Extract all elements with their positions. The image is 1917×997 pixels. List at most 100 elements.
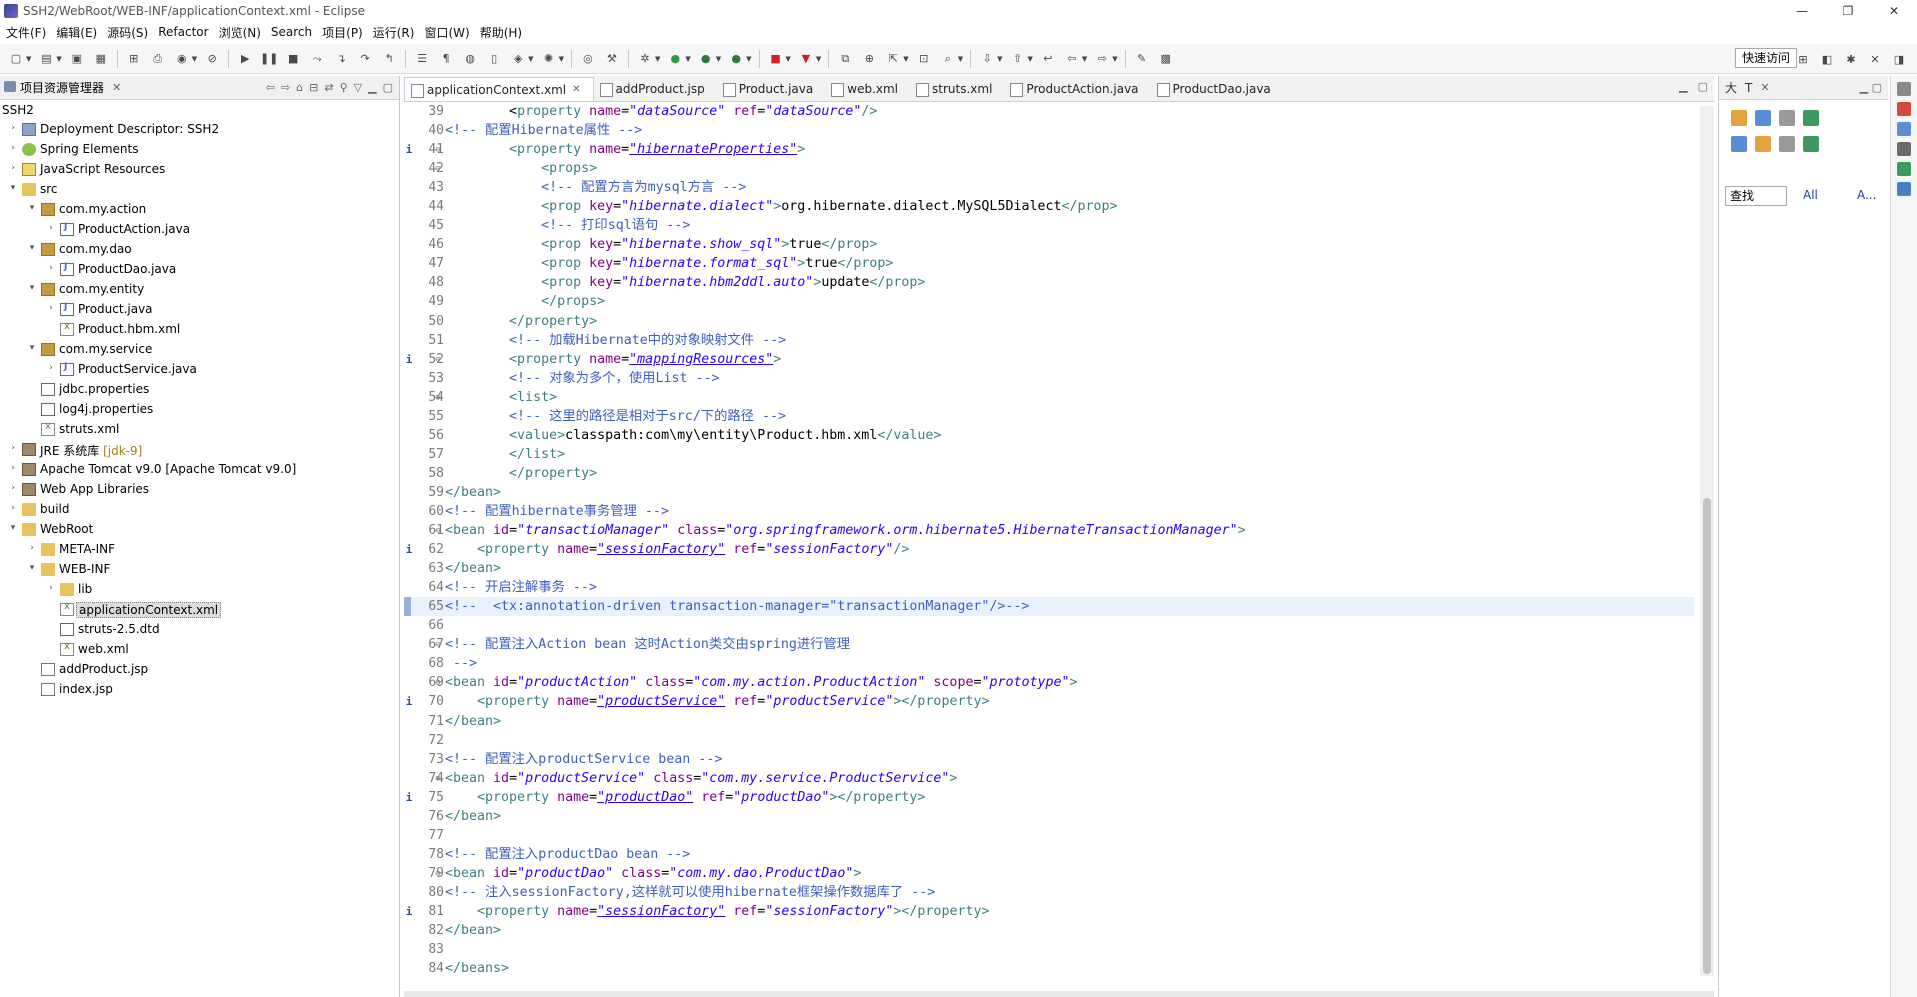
fold-toggle-icon[interactable]: ⊖ [432,636,444,655]
fold-toggle-icon[interactable]: ⊖ [432,160,444,179]
prev-annotation-icon[interactable]: ⇧ [1008,50,1026,68]
synchronize-icon[interactable] [1803,110,1819,126]
expand-right-icon[interactable]: › [8,503,18,513]
tree-item[interactable]: addProduct.jsp [0,660,398,680]
code-line[interactable]: 65 <!-- <tx:annotation-driven transaction… [404,597,1694,617]
terminate-icon[interactable]: ■ [284,50,302,68]
expand-right-icon[interactable]: › [46,363,56,373]
expand-down-icon[interactable]: ▾ [8,183,18,193]
fold-toggle-icon[interactable]: ⊖ [432,674,444,693]
code-line[interactable]: 64 <!-- 开启注解事务 --> [404,578,1694,597]
open-icon[interactable]: ▤ [37,50,55,68]
new-task-icon[interactable] [1731,110,1747,126]
tree-item[interactable]: › ProductService.java [0,360,398,380]
chevron-down-icon[interactable]: ▼ [786,55,791,63]
step-into-icon[interactable]: ↴ [332,50,350,68]
editor-tab[interactable]: struts.xml [910,77,1004,101]
spring-perspective-icon[interactable]: ◨ [1890,50,1908,68]
console-icon[interactable] [1897,182,1911,196]
print-icon[interactable]: ⎙ [149,50,167,68]
link-editor-icon[interactable]: ⇄ [324,81,333,94]
run-config-icon[interactable]: ● [697,50,715,68]
menu-navigate[interactable]: 浏览(N) [217,24,269,41]
tree-item[interactable]: › Product.java [0,300,398,320]
disconnect-icon[interactable]: ⤳ [308,50,326,68]
code-line[interactable]: 55 <!-- 这里的路径是相对于src/下的路径 --> [404,407,1694,426]
globe-icon[interactable]: ◎ [579,50,597,68]
tree-item[interactable]: › META-INF [0,540,398,560]
code-line[interactable]: 43 <!-- 配置方言为mysql方言 --> [404,178,1694,197]
code-line[interactable]: 56 <value>classpath:com\my\entity\Produc… [404,426,1694,445]
view-menu-icon[interactable]: ▽ [354,81,362,94]
chevron-down-icon[interactable]: ▼ [56,55,61,63]
chevron-down-icon[interactable]: ▼ [528,55,533,63]
code-line[interactable]: 57 </list> [404,445,1694,464]
menu-run[interactable]: 运行(R) [371,24,423,41]
collapse-all-icon[interactable] [1779,136,1795,152]
chevron-down-icon[interactable]: ▼ [685,55,690,63]
search-icon[interactable]: ⌕ [939,50,957,68]
code-line[interactable]: 73 <!-- 配置注入productService bean --> [404,750,1694,769]
focus-icon[interactable] [1803,136,1819,152]
restore-icon[interactable] [1897,82,1911,96]
fold-toggle-icon[interactable]: ⊖ [432,865,444,884]
filter-icon[interactable]: ⚲ [340,81,348,94]
menu-project[interactable]: 项目(P) [320,24,371,41]
code-line[interactable]: 39 <property name="dataSource" ref="data… [404,102,1694,121]
code-line[interactable]: 59 </bean> [404,483,1694,502]
code-line[interactable]: 45 <!-- 打印sql语句 --> [404,216,1694,235]
editor-tab[interactable]: addProduct.jsp [594,77,717,101]
java-ee-perspective-icon[interactable]: ◧ [1818,50,1836,68]
code-line[interactable]: 69 ⊖ <bean id="productAction" class="com.m… [404,673,1694,692]
forward-icon[interactable]: ⇨ [1093,50,1111,68]
all-filter-link[interactable]: All [1803,188,1818,202]
expand-down-icon[interactable]: ▾ [8,523,18,533]
toggle-whitespace-icon[interactable]: ¶ [437,50,455,68]
code-line[interactable]: 50 </property> [404,312,1694,331]
step-return-icon[interactable]: ↰ [380,50,398,68]
chevron-down-icon[interactable]: ▼ [1112,55,1117,63]
expand-right-icon[interactable]: › [8,143,18,153]
chevron-down-icon[interactable]: ▼ [192,55,197,63]
filter-tasks-icon[interactable] [1731,136,1747,152]
toggle-block-icon[interactable]: ☰ [413,50,431,68]
tree-item[interactable]: › Spring Elements [0,140,398,160]
code-line[interactable]: 40 <!-- 配置Hibernate属性 --> [404,121,1694,140]
code-line[interactable]: i 62 <property name="sessionFactory" ref=… [404,540,1694,559]
code-line[interactable]: 46 <prop key="hibernate.show_sql">true</… [404,235,1694,254]
tree-item[interactable]: › build [0,500,398,520]
chevron-down-icon[interactable]: ▼ [559,55,564,63]
project-explorer-tab[interactable]: 项目资源管理器 [0,79,108,96]
debug-icon[interactable]: ◉ [173,50,191,68]
expand-right-icon[interactable]: › [8,443,18,453]
tree-item[interactable]: log4j.properties [0,400,398,420]
editor-tab[interactable]: web.xml [825,77,910,101]
expand-right-icon[interactable]: › [46,303,56,313]
fold-toggle-icon[interactable]: ⊖ [432,770,444,789]
fold-toggle-icon[interactable]: ⊖ [432,522,444,541]
code-line[interactable]: 42 ⊖ <props> [404,159,1694,178]
code-line[interactable]: 84 </beans> [404,959,1694,978]
tree-item[interactable]: ▾ com.my.entity [0,280,398,300]
code-line[interactable]: 60 <!-- 配置hibernate事务管理 --> [404,502,1694,521]
step-over-icon[interactable]: ↷ [356,50,374,68]
minimize-icon[interactable]: ▁ ▢ [1860,81,1888,94]
close-button[interactable]: ✕ [1871,0,1917,22]
tree-item[interactable]: index.jsp [0,680,398,700]
new-class-icon[interactable]: ⊕ [860,50,878,68]
fold-toggle-icon[interactable]: ⊖ [432,351,444,370]
grid-icon[interactable]: ▩ [1157,50,1175,68]
snippets-icon[interactable] [1897,162,1911,176]
external-tools-icon[interactable]: ▼ [797,50,815,68]
save-all-icon[interactable]: ▦ [92,50,110,68]
tree-item[interactable]: web.xml [0,640,398,660]
code-line[interactable]: i 52 ⊖ <property name="mappingResources"> [404,350,1694,369]
code-line[interactable]: 51 <!-- 加载Hibernate中的对象映射文件 --> [404,331,1694,350]
tree-item[interactable]: › JRE 系统库 [jdk-9] [0,440,398,460]
code-line[interactable]: 83 [404,940,1694,959]
coverage-icon[interactable]: ● [727,50,745,68]
java-perspective-icon[interactable]: ✕ [1866,50,1884,68]
tree-item[interactable]: ▾ com.my.service [0,340,398,360]
expand-right-icon[interactable]: › [27,543,37,553]
code-line[interactable]: i 81 <property name="sessionFactory" ref=… [404,902,1694,921]
